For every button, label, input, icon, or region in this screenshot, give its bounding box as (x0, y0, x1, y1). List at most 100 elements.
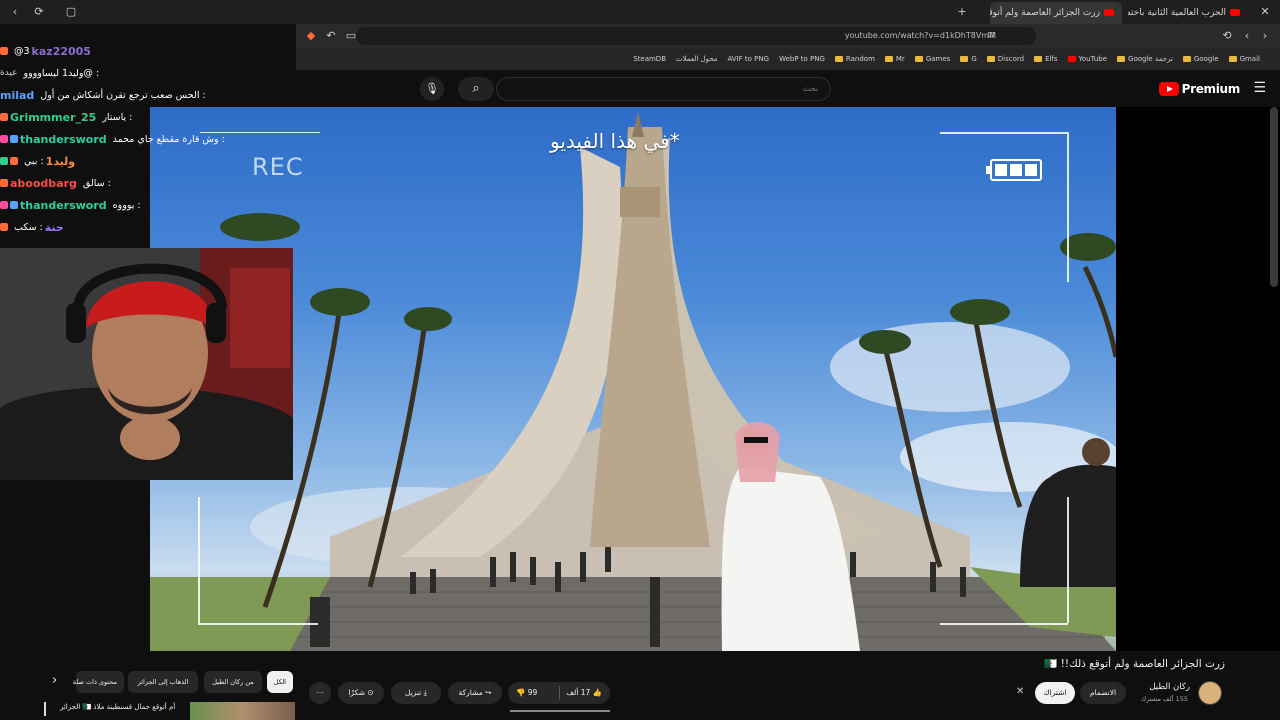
bookmark-label: Gmail (1239, 55, 1260, 63)
bookmark-label: Random (845, 55, 875, 63)
chat-username: thandersword (20, 132, 107, 146)
reload-icon[interactable]: ⟳ (32, 5, 46, 19)
bookmark-item[interactable]: YouTube (1067, 55, 1108, 63)
video-caption: *في هذا الفيديو (550, 129, 680, 153)
new-tab-icon[interactable]: + (955, 5, 969, 19)
chip-related[interactable]: محتوى ذات صلة (73, 671, 124, 693)
like-button[interactable]: 👍 17 ألف (566, 682, 602, 704)
tab-inactive[interactable]: الحرب العالمية الثانية باختصار - YouTube (1128, 2, 1248, 24)
address-bar-row: ◆ ↶ ▭ youtube.com/watch?v=d1kDhT8VmM ⌑ ⟲… (296, 24, 1280, 48)
bookmark-item[interactable]: Elfs (1034, 55, 1058, 63)
menu-icon[interactable]: ☰ (1253, 80, 1266, 96)
folder-icon (834, 56, 843, 62)
bookmark-icon[interactable]: ⌑ (984, 29, 998, 43)
divider (559, 686, 560, 700)
bookmark-item[interactable]: WebP to PNG (779, 55, 825, 63)
folder-icon (986, 56, 995, 62)
share-button[interactable]: ↪ مشاركة (448, 682, 502, 704)
badge-icon (0, 135, 8, 143)
refresh-icon[interactable]: ⟲ (1220, 29, 1234, 43)
tab-active[interactable]: زرت الجزائر العاصمة ولم أتوقع ذلك!! (990, 2, 1122, 24)
download-button[interactable]: ⤓ تنزيل (391, 682, 441, 704)
chip-all[interactable]: الكل (267, 671, 293, 693)
bookmark-item[interactable]: Mr (884, 55, 905, 63)
tab-title: الحرب العالمية الثانية باختصار - YouTube (1128, 8, 1226, 18)
bookmark-item[interactable]: AVIF to PNG (727, 55, 769, 63)
chat-text: : ياستار (102, 111, 133, 123)
webcam-overlay (0, 248, 293, 480)
channel-avatar[interactable] (1198, 681, 1222, 705)
more-actions-button[interactable]: ⋯ (309, 682, 331, 704)
bookmark-label: WebP to PNG (779, 55, 825, 63)
frame-corner (1067, 132, 1069, 282)
suggested-video-thumbnail[interactable] (190, 702, 295, 720)
subscribe-button[interactable]: اشتراك (1035, 682, 1075, 704)
chevron-right-icon[interactable]: › (52, 673, 57, 688)
bookmark-item[interactable]: SteamDB (633, 55, 666, 63)
chat-text: : يوووه (112, 199, 141, 211)
chat-message: thandersword : يوووه (0, 194, 296, 216)
badge-icon (0, 223, 8, 231)
back-arrow-icon[interactable]: ‹ (1240, 29, 1254, 43)
bookmark-item[interactable]: G (960, 55, 977, 63)
search-button[interactable]: ⌕ (458, 77, 494, 101)
chip-algeria[interactable]: الذهاب إلى الجزائر (128, 671, 198, 693)
thanks-button[interactable]: ⊙ شكرًا (338, 682, 384, 704)
youtube-favicon-icon (1104, 9, 1114, 16)
url-field[interactable]: youtube.com/watch?v=d1kDhT8VmM (356, 27, 1036, 45)
channel-name[interactable]: ركان الطيل (1149, 682, 1190, 692)
voice-search-button[interactable]: 🎙 (420, 77, 444, 101)
undo-icon[interactable]: ↶ (324, 29, 338, 43)
chat-message: milad : الحس صعب ترجع تقرن أشكاش من أول (0, 84, 296, 106)
drag-handle-icon (44, 702, 46, 716)
join-button[interactable]: الانضمام (1080, 682, 1126, 704)
chat-message: عيدة : @وليد1 ليساوووو (0, 62, 296, 84)
chat-message: : سكب حنة (0, 216, 296, 238)
streamer-webcam-image (0, 248, 293, 480)
dislike-count: 99 (527, 688, 538, 697)
chat-text: : الحس صعب ترجع تقرن أشكاش من أول (40, 89, 206, 101)
badge-icon (10, 157, 18, 165)
folder-icon (1228, 56, 1237, 62)
bookmark-item[interactable]: محول العملات (676, 55, 717, 63)
like-dislike-group: 👍 17 ألف 99 👎 (508, 682, 610, 704)
bookmark-item[interactable]: Google (1182, 55, 1219, 63)
bookmark-item[interactable]: Discord (986, 55, 1024, 63)
bookmark-item[interactable]: Gmail (1228, 55, 1260, 63)
bookmark-item[interactable]: Games (914, 55, 951, 63)
chat-username: aboodbarg (10, 176, 77, 190)
folder-icon (960, 56, 969, 62)
chat-username: وليد1 (45, 154, 76, 168)
forward-arrow-icon[interactable]: › (1258, 29, 1272, 43)
chat-username: kaz22005 (31, 44, 91, 58)
bookmark-item[interactable]: Random (834, 55, 875, 63)
chat-username: حنة (44, 220, 64, 234)
search-input[interactable]: بحث (496, 77, 831, 101)
back-icon[interactable]: ‹ (8, 5, 22, 19)
suggested-video-title[interactable]: أم أتوقع جمال قسنطينة ملاذ 🇩🇿 الجزائر (60, 703, 175, 711)
close-icon[interactable]: ✕ (1016, 686, 1024, 697)
bookmark-label: Games (925, 55, 951, 63)
close-window-icon[interactable]: ✕ (1258, 5, 1272, 19)
bookmark-item[interactable]: Google ترجمة (1117, 55, 1173, 63)
chat-text: : ببي (24, 155, 44, 167)
youtube-masthead: 🎙 ⌕ بحث Premium ☰ (296, 70, 1280, 108)
brave-shield-icon[interactable]: ◆ (304, 29, 318, 43)
youtube-premium-logo[interactable]: Premium (1158, 81, 1241, 97)
progress-bar[interactable] (510, 710, 610, 712)
frame-corner (940, 623, 1068, 625)
stream-chat: 3@ kaz22005 عيدة : @وليد1 ليساوووو milad… (0, 40, 296, 250)
badge-icon (0, 157, 8, 165)
dislike-button[interactable]: 99 👎 (516, 682, 537, 704)
chip-from-channel[interactable]: من ركان الطيل (204, 671, 262, 693)
youtube-logo-icon (1158, 82, 1179, 96)
thanks-label: شكرًا (348, 688, 365, 697)
folder-icon (1034, 56, 1043, 62)
like-count: 17 ألف (566, 688, 591, 697)
scrollbar[interactable] (1270, 107, 1278, 287)
logo-text: Premium (1181, 82, 1241, 96)
bookmark-label: Elfs (1045, 55, 1058, 63)
battery-icon (986, 159, 1042, 181)
bookmark-label: YouTube (1078, 55, 1108, 63)
window-icon[interactable]: ▢ (64, 5, 78, 19)
